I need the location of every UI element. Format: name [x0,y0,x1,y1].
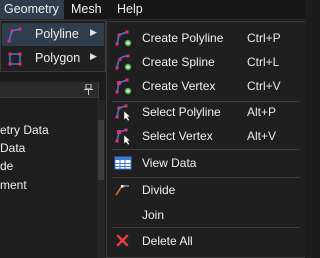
menu-item-create-polyline[interactable]: Create Polyline Ctrl+P [107,26,305,50]
polyline-icon [7,27,22,43]
menu-bar: Geometry Mesh Help [0,0,305,20]
select-vertex-icon [115,128,131,145]
chevron-right-icon: ▶ [90,27,97,37]
shortcut-label: Ctrl+L [247,55,280,69]
shortcut-label: Ctrl+V [247,79,281,93]
panel-scrollbar-thumb[interactable] [98,120,104,180]
polyline-dropdown-menu: Create Polyline Ctrl+P Create Spline Ctr… [106,21,305,258]
menu-item-label: Create Vertex [142,79,216,93]
shortcut-label: Ctrl+P [247,31,281,45]
tree-item[interactable]: Data [0,141,25,155]
submenu-item-label: Polygon [35,51,81,65]
table-icon [114,156,132,170]
menu-mesh[interactable]: Mesh [67,0,109,19]
geometry-submenu: Polyline ▶ Polygon ▶ [0,20,106,72]
select-polyline-icon [115,104,131,121]
menu-item-label: Create Polyline [142,31,224,45]
submenu-item-polygon[interactable]: Polygon ▶ [2,47,104,70]
divide-icon [115,185,129,196]
menu-item-label: Join [142,208,165,222]
create-polyline-icon [115,30,132,47]
menu-item-view-data[interactable]: View Data [107,151,305,175]
create-vertex-icon [115,78,132,95]
tree-item[interactable]: ment [0,178,27,192]
menu-mesh-label: Mesh [71,2,102,16]
menu-item-select-vertex[interactable]: Select Vertex Alt+V [107,124,305,148]
polygon-icon [8,52,22,66]
menu-separator [112,149,300,150]
create-spline-icon [115,54,132,71]
chevron-right-icon: ▶ [90,51,97,61]
menu-help[interactable]: Help [113,0,147,19]
menu-item-create-spline[interactable]: Create Spline Ctrl+L [107,50,305,74]
menu-item-divide[interactable]: Divide [107,178,305,202]
menu-geometry[interactable]: Geometry [0,0,64,19]
menu-item-label: Create Spline [142,55,215,69]
menu-item-create-vertex[interactable]: Create Vertex Ctrl+V [107,74,305,98]
panel-header [0,82,98,98]
menu-item-label: Divide [142,183,176,197]
menu-geometry-label: Geometry [4,2,59,16]
menu-separator [112,227,300,228]
menu-item-label: View Data [142,156,197,170]
menu-item-join[interactable]: Join [107,203,305,227]
menu-help-label: Help [117,2,143,16]
submenu-item-polyline[interactable]: Polyline ▶ [2,23,104,46]
delete-icon [116,234,129,247]
submenu-item-label: Polyline [35,27,79,41]
geometry-panel: etry Data Data de ment [0,82,99,258]
menu-item-label: Select Polyline [142,105,221,119]
shortcut-label: Alt+V [247,129,277,143]
menu-item-select-polyline[interactable]: Select Polyline Alt+P [107,100,305,124]
tree-item[interactable]: etry Data [0,123,49,137]
menu-item-label: Delete All [142,234,193,248]
menu-item-label: Select Vertex [142,129,213,143]
pin-icon[interactable] [84,84,93,95]
menu-item-delete-all[interactable]: Delete All [107,229,305,253]
shortcut-label: Alt+P [247,105,277,119]
tree-item[interactable]: de [0,159,13,173]
